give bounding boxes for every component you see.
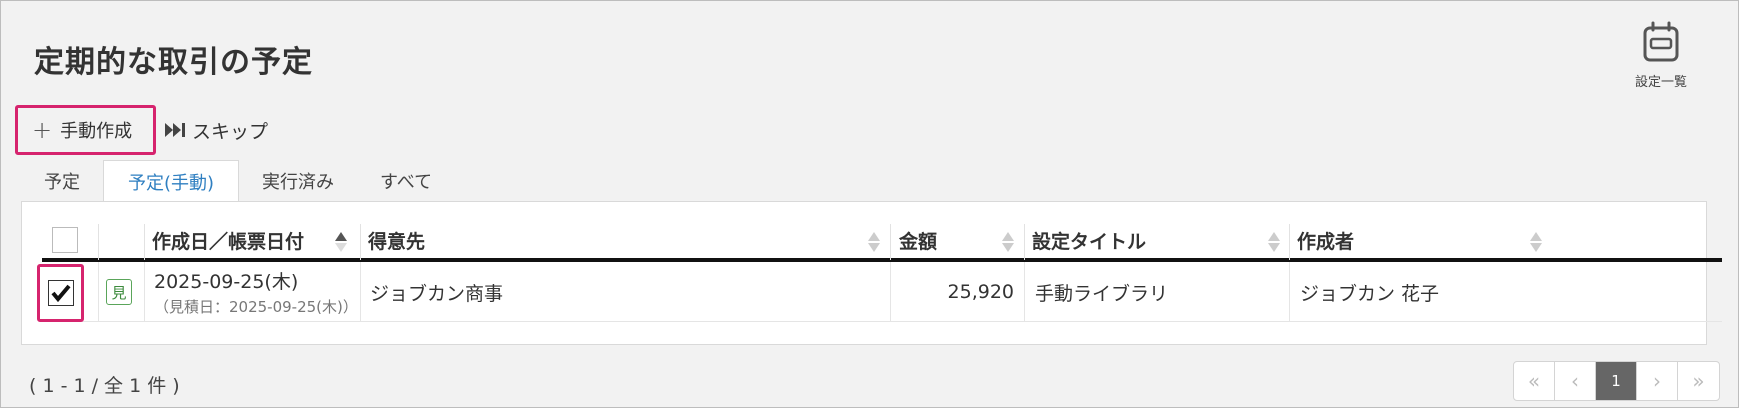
tab-scheduled-manual[interactable]: 予定(手動) bbox=[103, 160, 240, 203]
current-page-button[interactable]: 1 bbox=[1596, 362, 1637, 400]
tab-executed[interactable]: 実行済み bbox=[239, 160, 357, 202]
column-header-date[interactable]: 作成日／帳票日付 bbox=[152, 218, 304, 262]
sort-icon-amount[interactable] bbox=[1002, 232, 1014, 252]
settings-list-button[interactable]: 設定一覧 bbox=[1623, 21, 1699, 91]
column-header-customer[interactable]: 得意先 bbox=[368, 218, 425, 262]
column-header-amount[interactable]: 金額 bbox=[899, 218, 937, 262]
row-select-highlight bbox=[37, 264, 84, 322]
next-page-button[interactable]: › bbox=[1637, 362, 1678, 400]
creator-name: ジョブカン 花子 bbox=[1300, 282, 1440, 305]
table-header: 作成日／帳票日付 得意先 金額 設定タイトル 作成者 bbox=[42, 218, 1722, 262]
settings-list-label: 設定一覧 bbox=[1634, 75, 1687, 90]
date-cell: 2025-09-25(木) （見積日：2025-09-25(木)） bbox=[154, 262, 358, 322]
check-icon bbox=[50, 284, 71, 302]
amount-value: 25,920 bbox=[947, 281, 1014, 303]
select-all-checkbox[interactable] bbox=[52, 227, 78, 253]
sort-icon-date[interactable] bbox=[335, 232, 347, 252]
page-title: 定期的な取引の予定 bbox=[34, 45, 313, 80]
manual-create-button[interactable]: + 手動作成 bbox=[15, 105, 156, 155]
sort-icon-customer[interactable] bbox=[868, 232, 880, 252]
pagination: « ‹ 1 › » bbox=[1513, 361, 1720, 401]
result-count: ( 1 - 1 / 全 1 件 ) bbox=[29, 375, 180, 397]
plus-icon: + bbox=[32, 116, 53, 144]
first-page-button[interactable]: « bbox=[1514, 362, 1555, 400]
skip-label: スキップ bbox=[192, 120, 269, 143]
last-page-button[interactable]: » bbox=[1678, 362, 1719, 400]
estimate-badge-cell: 見 bbox=[106, 262, 132, 322]
sort-icon-setting-title[interactable] bbox=[1268, 232, 1280, 252]
tab-scheduled[interactable]: 予定 bbox=[21, 160, 103, 202]
customer-name: ジョブカン商事 bbox=[370, 282, 504, 305]
skip-forward-icon bbox=[165, 123, 185, 137]
skip-button[interactable]: スキップ bbox=[164, 117, 268, 144]
sort-icon-creator[interactable] bbox=[1530, 232, 1542, 252]
tab-bar: 予定 予定(手動) 実行済み すべて bbox=[21, 160, 455, 203]
select-all-cell bbox=[52, 218, 78, 262]
estimate-date: （見積日：2025-09-25(木)） bbox=[154, 298, 358, 316]
table-panel: 作成日／帳票日付 得意先 金額 設定タイトル 作成者 見 2025-09-25(… bbox=[21, 201, 1722, 345]
app-frame: 定期的な取引の予定 設定一覧 + 手動作成 スキップ 予定 予定(手動) 実行済… bbox=[0, 0, 1739, 408]
manual-create-label: 手動作成 bbox=[60, 121, 133, 142]
tab-all[interactable]: すべて bbox=[357, 160, 455, 202]
setting-title-link[interactable]: 手動ライブラリ bbox=[1035, 262, 1168, 322]
estimate-badge: 見 bbox=[106, 279, 132, 305]
calendar-icon bbox=[1643, 21, 1679, 62]
prev-page-button[interactable]: ‹ bbox=[1555, 362, 1596, 400]
row-checkbox[interactable] bbox=[47, 280, 74, 306]
column-header-creator[interactable]: 作成者 bbox=[1297, 218, 1354, 262]
invoice-date: 2025-09-25(木) bbox=[154, 271, 299, 293]
column-header-setting-title[interactable]: 設定タイトル bbox=[1032, 218, 1146, 262]
schedule-table: 作成日／帳票日付 得意先 金額 設定タイトル 作成者 見 2025-09-25(… bbox=[37, 218, 1722, 322]
toolbar: + 手動作成 スキップ bbox=[15, 105, 268, 155]
table-row[interactable]: 見 2025-09-25(木) （見積日：2025-09-25(木)） ジョブカ… bbox=[37, 262, 1722, 322]
